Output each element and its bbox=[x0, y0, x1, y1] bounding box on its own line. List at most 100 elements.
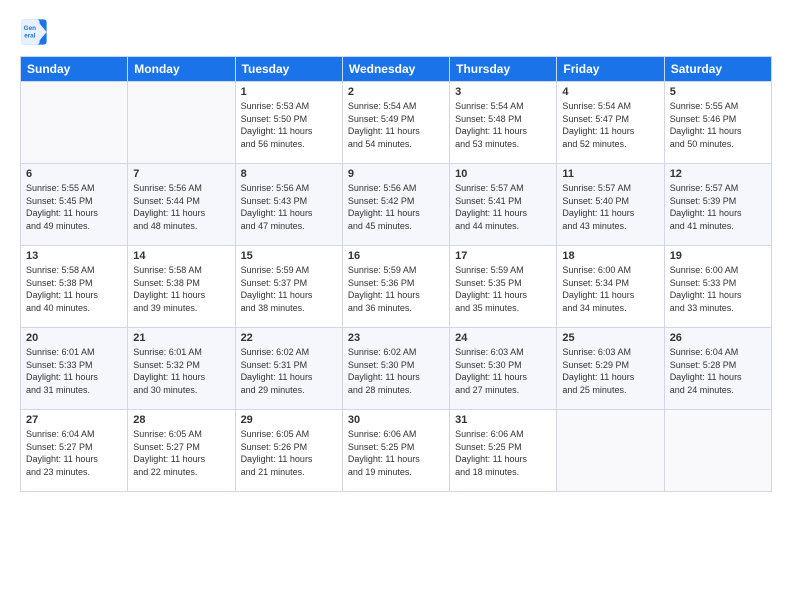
calendar-cell: 11 Sunrise: 5:57 AMSunset: 5:40 PMDayligh… bbox=[557, 164, 664, 246]
calendar-cell: 26Sunrise: 6:04 AMSunset: 5:28 PMDayligh… bbox=[664, 328, 771, 410]
day-number: 11 bbox=[562, 168, 658, 180]
cell-content: Sunrise: 5:59 AMSunset: 5:35 PMDaylight:… bbox=[455, 264, 551, 314]
calendar-cell bbox=[664, 410, 771, 492]
cell-content: Sunrise: 5:59 AMSunset: 5:37 PMDaylight:… bbox=[241, 264, 337, 314]
column-header-saturday: Saturday bbox=[664, 57, 771, 82]
cell-content: Sunrise: 5:57 AMSunset: 5:40 PMDaylight:… bbox=[562, 182, 658, 232]
calendar-cell bbox=[128, 82, 235, 164]
cell-content: Sunrise: 5:54 AMSunset: 5:48 PMDaylight:… bbox=[455, 100, 551, 150]
cell-content: Sunrise: 5:57 AMSunset: 5:39 PMDaylight:… bbox=[670, 182, 766, 232]
calendar-cell: 10 Sunrise: 5:57 AMSunset: 5:41 PMDayligh… bbox=[450, 164, 557, 246]
cell-content: Sunrise: 6:04 AMSunset: 5:27 PMDaylight:… bbox=[26, 428, 122, 478]
calendar-cell: 14Sunrise: 5:58 AMSunset: 5:38 PMDayligh… bbox=[128, 246, 235, 328]
calendar-cell: 6 Sunrise: 5:55 AMSunset: 5:45 PMDaylight… bbox=[21, 164, 128, 246]
day-number: 30 bbox=[348, 414, 444, 426]
calendar-cell: 19 Sunrise: 6:00 AMSunset: 5:33 PMDayligh… bbox=[664, 246, 771, 328]
calendar-cell: 24 Sunrise: 6:03 AMSunset: 5:30 PMDayligh… bbox=[450, 328, 557, 410]
column-header-wednesday: Wednesday bbox=[342, 57, 449, 82]
cell-content: Sunrise: 5:58 AMSunset: 5:38 PMDaylight:… bbox=[133, 264, 229, 314]
day-number: 12 bbox=[670, 168, 766, 180]
day-number: 20 bbox=[26, 332, 122, 344]
cell-content: Sunrise: 6:01 AMSunset: 5:32 PMDaylight:… bbox=[133, 346, 229, 396]
cell-content: Sunrise: 5:53 AMSunset: 5:50 PMDaylight:… bbox=[241, 100, 337, 150]
day-number: 8 bbox=[241, 168, 337, 180]
column-header-thursday: Thursday bbox=[450, 57, 557, 82]
day-number: 7 bbox=[133, 168, 229, 180]
day-number: 23 bbox=[348, 332, 444, 344]
calendar-cell: 1 Sunrise: 5:53 AMSunset: 5:50 PMDaylight… bbox=[235, 82, 342, 164]
day-number: 1 bbox=[241, 86, 337, 98]
day-number: 26 bbox=[670, 332, 766, 344]
cell-content: Sunrise: 6:05 AMSunset: 5:27 PMDaylight:… bbox=[133, 428, 229, 478]
cell-content: Sunrise: 6:03 AMSunset: 5:30 PMDaylight:… bbox=[455, 346, 551, 396]
cell-content: Sunrise: 5:55 AMSunset: 5:46 PMDaylight:… bbox=[670, 100, 766, 150]
calendar-cell: 9 Sunrise: 5:56 AMSunset: 5:42 PMDaylight… bbox=[342, 164, 449, 246]
calendar-cell bbox=[557, 410, 664, 492]
column-header-friday: Friday bbox=[557, 57, 664, 82]
calendar-cell: 7 Sunrise: 5:56 AMSunset: 5:44 PMDaylight… bbox=[128, 164, 235, 246]
cell-content: Sunrise: 5:56 AMSunset: 5:44 PMDaylight:… bbox=[133, 182, 229, 232]
calendar-cell: 31 Sunrise: 6:06 AMSunset: 5:25 PMDayligh… bbox=[450, 410, 557, 492]
cell-content: Sunrise: 6:02 AMSunset: 5:30 PMDaylight:… bbox=[348, 346, 444, 396]
day-number: 16 bbox=[348, 250, 444, 262]
day-number: 9 bbox=[348, 168, 444, 180]
page-header: Gen eral bbox=[20, 18, 772, 46]
calendar-cell: 27 Sunrise: 6:04 AMSunset: 5:27 PMDayligh… bbox=[21, 410, 128, 492]
calendar-cell: 25Sunrise: 6:03 AMSunset: 5:29 PMDayligh… bbox=[557, 328, 664, 410]
day-number: 4 bbox=[562, 86, 658, 98]
svg-text:eral: eral bbox=[24, 33, 35, 40]
week-row-2: 6 Sunrise: 5:55 AMSunset: 5:45 PMDaylight… bbox=[21, 164, 772, 246]
calendar-cell: 4 Sunrise: 5:54 AMSunset: 5:47 PMDaylight… bbox=[557, 82, 664, 164]
week-row-3: 13 Sunrise: 5:58 AMSunset: 5:38 PMDayligh… bbox=[21, 246, 772, 328]
day-number: 31 bbox=[455, 414, 551, 426]
day-number: 24 bbox=[455, 332, 551, 344]
day-number: 29 bbox=[241, 414, 337, 426]
day-number: 21 bbox=[133, 332, 229, 344]
cell-content: Sunrise: 6:00 AMSunset: 5:34 PMDaylight:… bbox=[562, 264, 658, 314]
cell-content: Sunrise: 5:56 AMSunset: 5:42 PMDaylight:… bbox=[348, 182, 444, 232]
calendar-cell: 5 Sunrise: 5:55 AMSunset: 5:46 PMDaylight… bbox=[664, 82, 771, 164]
cell-content: Sunrise: 6:05 AMSunset: 5:26 PMDaylight:… bbox=[241, 428, 337, 478]
cell-content: Sunrise: 5:56 AMSunset: 5:43 PMDaylight:… bbox=[241, 182, 337, 232]
cell-content: Sunrise: 6:02 AMSunset: 5:31 PMDaylight:… bbox=[241, 346, 337, 396]
cell-content: Sunrise: 5:57 AMSunset: 5:41 PMDaylight:… bbox=[455, 182, 551, 232]
cell-content: Sunrise: 6:03 AMSunset: 5:29 PMDaylight:… bbox=[562, 346, 658, 396]
day-number: 28 bbox=[133, 414, 229, 426]
logo-icon: Gen eral bbox=[20, 18, 48, 46]
day-number: 5 bbox=[670, 86, 766, 98]
day-number: 22 bbox=[241, 332, 337, 344]
cell-content: Sunrise: 6:06 AMSunset: 5:25 PMDaylight:… bbox=[455, 428, 551, 478]
calendar-cell: 30Sunrise: 6:06 AMSunset: 5:25 PMDayligh… bbox=[342, 410, 449, 492]
day-number: 27 bbox=[26, 414, 122, 426]
day-number: 2 bbox=[348, 86, 444, 98]
calendar-cell: 3 Sunrise: 5:54 AMSunset: 5:48 PMDaylight… bbox=[450, 82, 557, 164]
calendar-cell: 2Sunrise: 5:54 AMSunset: 5:49 PMDaylight… bbox=[342, 82, 449, 164]
day-number: 15 bbox=[241, 250, 337, 262]
calendar-cell bbox=[21, 82, 128, 164]
week-row-1: 1 Sunrise: 5:53 AMSunset: 5:50 PMDaylight… bbox=[21, 82, 772, 164]
cell-content: Sunrise: 5:54 AMSunset: 5:47 PMDaylight:… bbox=[562, 100, 658, 150]
column-header-tuesday: Tuesday bbox=[235, 57, 342, 82]
calendar-cell: 15 Sunrise: 5:59 AMSunset: 5:37 PMDayligh… bbox=[235, 246, 342, 328]
calendar-cell: 29 Sunrise: 6:05 AMSunset: 5:26 PMDayligh… bbox=[235, 410, 342, 492]
day-number: 19 bbox=[670, 250, 766, 262]
calendar-cell: 21 Sunrise: 6:01 AMSunset: 5:32 PMDayligh… bbox=[128, 328, 235, 410]
cell-content: Sunrise: 6:01 AMSunset: 5:33 PMDaylight:… bbox=[26, 346, 122, 396]
day-number: 3 bbox=[455, 86, 551, 98]
calendar-cell: 8 Sunrise: 5:56 AMSunset: 5:43 PMDaylight… bbox=[235, 164, 342, 246]
cell-content: Sunrise: 5:58 AMSunset: 5:38 PMDaylight:… bbox=[26, 264, 122, 314]
day-number: 6 bbox=[26, 168, 122, 180]
day-number: 13 bbox=[26, 250, 122, 262]
calendar-cell: 22 Sunrise: 6:02 AMSunset: 5:31 PMDayligh… bbox=[235, 328, 342, 410]
week-row-4: 20 Sunrise: 6:01 AMSunset: 5:33 PMDayligh… bbox=[21, 328, 772, 410]
calendar-cell: 16 Sunrise: 5:59 AMSunset: 5:36 PMDayligh… bbox=[342, 246, 449, 328]
logo: Gen eral bbox=[20, 18, 52, 46]
cell-content: Sunrise: 5:55 AMSunset: 5:45 PMDaylight:… bbox=[26, 182, 122, 232]
calendar-cell: 28 Sunrise: 6:05 AMSunset: 5:27 PMDayligh… bbox=[128, 410, 235, 492]
week-row-5: 27 Sunrise: 6:04 AMSunset: 5:27 PMDayligh… bbox=[21, 410, 772, 492]
cell-content: Sunrise: 6:00 AMSunset: 5:33 PMDaylight:… bbox=[670, 264, 766, 314]
day-number: 10 bbox=[455, 168, 551, 180]
calendar-cell: 18Sunrise: 6:00 AMSunset: 5:34 PMDayligh… bbox=[557, 246, 664, 328]
calendar-header-row: SundayMondayTuesdayWednesdayThursdayFrid… bbox=[21, 57, 772, 82]
cell-content: Sunrise: 5:59 AMSunset: 5:36 PMDaylight:… bbox=[348, 264, 444, 314]
